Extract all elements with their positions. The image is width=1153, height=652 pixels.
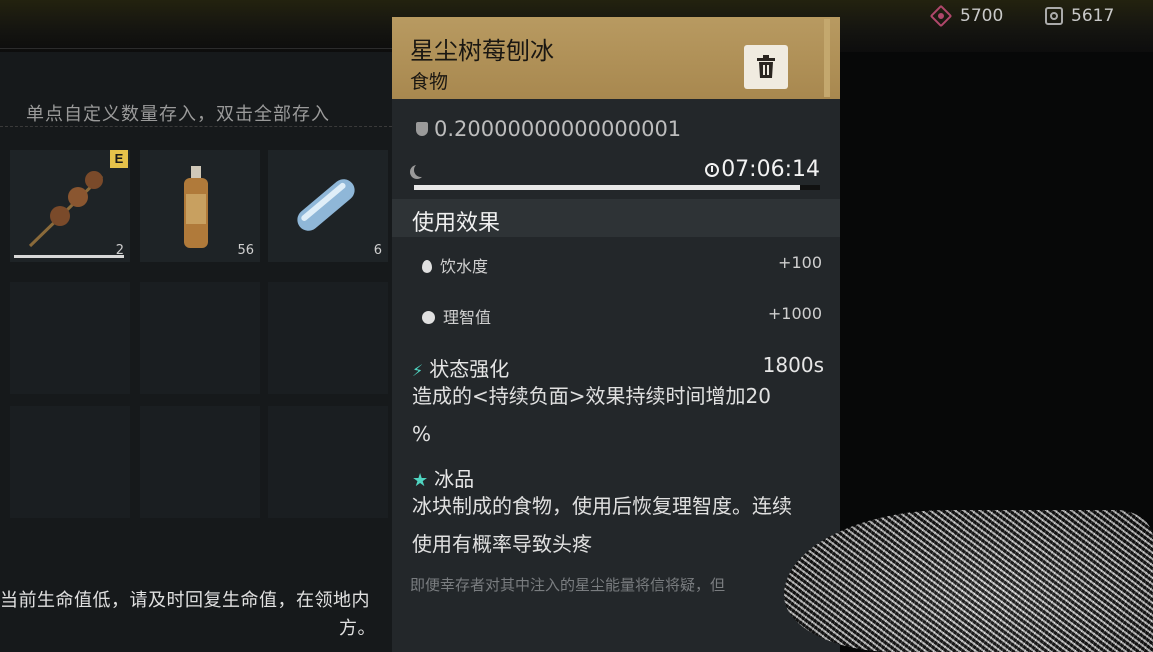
- inventory-slot-empty[interactable]: [140, 282, 260, 394]
- item-header: 星尘树莓刨冰 食物: [392, 17, 840, 99]
- header-accent: [824, 19, 830, 97]
- hex-crystal-icon: [929, 4, 953, 28]
- trait-desc-line-2: 使用有概率导致头疼: [412, 532, 592, 556]
- inventory-slot-empty[interactable]: [10, 282, 130, 394]
- buff-description: 造成的<持续负面>效果持续时间增加20 %: [412, 377, 824, 453]
- inventory-slot-empty[interactable]: [268, 282, 388, 394]
- inventory-slot-empty[interactable]: [268, 406, 388, 518]
- discard-button[interactable]: [744, 45, 788, 89]
- effects-section-header: 使用效果: [392, 199, 840, 237]
- effect-value: +100: [778, 253, 822, 272]
- effect-hydration: 饮水度 +100: [422, 253, 822, 277]
- weight-icon: [416, 122, 428, 136]
- timer-value: 07:06:14: [721, 157, 820, 182]
- effect-label: 饮水度: [440, 257, 489, 276]
- noise-overlay: [784, 510, 1153, 652]
- inventory-slot-skewer[interactable]: E 2: [10, 150, 130, 262]
- item-category: 食物: [410, 71, 449, 93]
- weight-value: 0.20000000000000001: [434, 117, 682, 141]
- currency-crystal: 5700: [929, 4, 1004, 28]
- section-title: 使用效果: [412, 211, 501, 236]
- item-quantity: 6: [373, 243, 382, 258]
- inventory-slot-bottle[interactable]: 56: [140, 150, 260, 262]
- warning-line-1: 当前生命值低，请及时回复生命值，在领地内: [0, 590, 370, 611]
- inventory-slot-empty[interactable]: [10, 406, 130, 518]
- effect-label: 理智值: [443, 308, 492, 327]
- currency-amount: 5700: [960, 6, 1004, 26]
- item-lore: 即便幸存者对其中注入的星尘能量将信将疑，但: [410, 576, 726, 594]
- warning-line-2: 方。: [339, 618, 376, 639]
- storage-panel: 单点自定义数量存入，双击全部存入 E 2 56 6 当前生命值低，请及时回复生命…: [0, 52, 392, 652]
- buff-desc-line-2: %: [412, 422, 432, 446]
- freshness-bar: [414, 185, 820, 190]
- brain-icon: [422, 311, 435, 324]
- item-detail-popup: 星尘树莓刨冰 食物 0.20000000000000001 07:06:14 使…: [392, 17, 840, 652]
- selection-bar: [14, 255, 124, 258]
- trait-desc-line-1: 冰块制成的食物，使用后恢复理智度。连续: [412, 494, 792, 518]
- currency-token: 5617: [1045, 4, 1114, 28]
- buff-desc-line-1: 造成的<持续负面>效果持续时间增加20: [412, 384, 771, 408]
- effect-sanity: 理智值 +1000: [422, 304, 822, 328]
- clock-icon: [705, 162, 720, 177]
- water-drop-icon: [422, 260, 432, 273]
- effect-value: +1000: [767, 304, 822, 323]
- inventory-slot-empty[interactable]: [140, 406, 260, 518]
- item-quantity: 56: [237, 243, 254, 258]
- item-title: 星尘树莓刨冰: [410, 37, 554, 65]
- item-weight: 0.20000000000000001: [416, 117, 681, 141]
- currency-amount: 5617: [1071, 6, 1115, 26]
- low-health-warning: 当前生命值低，请及时回复生命值，在领地内 方。: [0, 586, 392, 639]
- capsule-icon: [297, 179, 355, 231]
- freshness-fill: [414, 185, 800, 190]
- storage-hint: 单点自定义数量存入，双击全部存入: [26, 104, 330, 125]
- divider: [0, 126, 392, 127]
- trash-icon: [757, 55, 775, 78]
- divider: [0, 48, 392, 49]
- freshness-row: 07:06:14: [414, 157, 820, 183]
- square-token-icon: [1045, 7, 1063, 25]
- freshness-timer: 07:06:14: [705, 157, 820, 182]
- equip-badge: E: [110, 150, 128, 168]
- inventory-slot-capsule[interactable]: 6: [268, 150, 388, 262]
- buff-duration: 1800s: [762, 353, 824, 377]
- trait-description: 冰块制成的食物，使用后恢复理智度。连续 使用有概率导致头疼: [412, 487, 824, 563]
- item-quantity: 2: [115, 243, 124, 258]
- spoil-icon: [414, 163, 428, 177]
